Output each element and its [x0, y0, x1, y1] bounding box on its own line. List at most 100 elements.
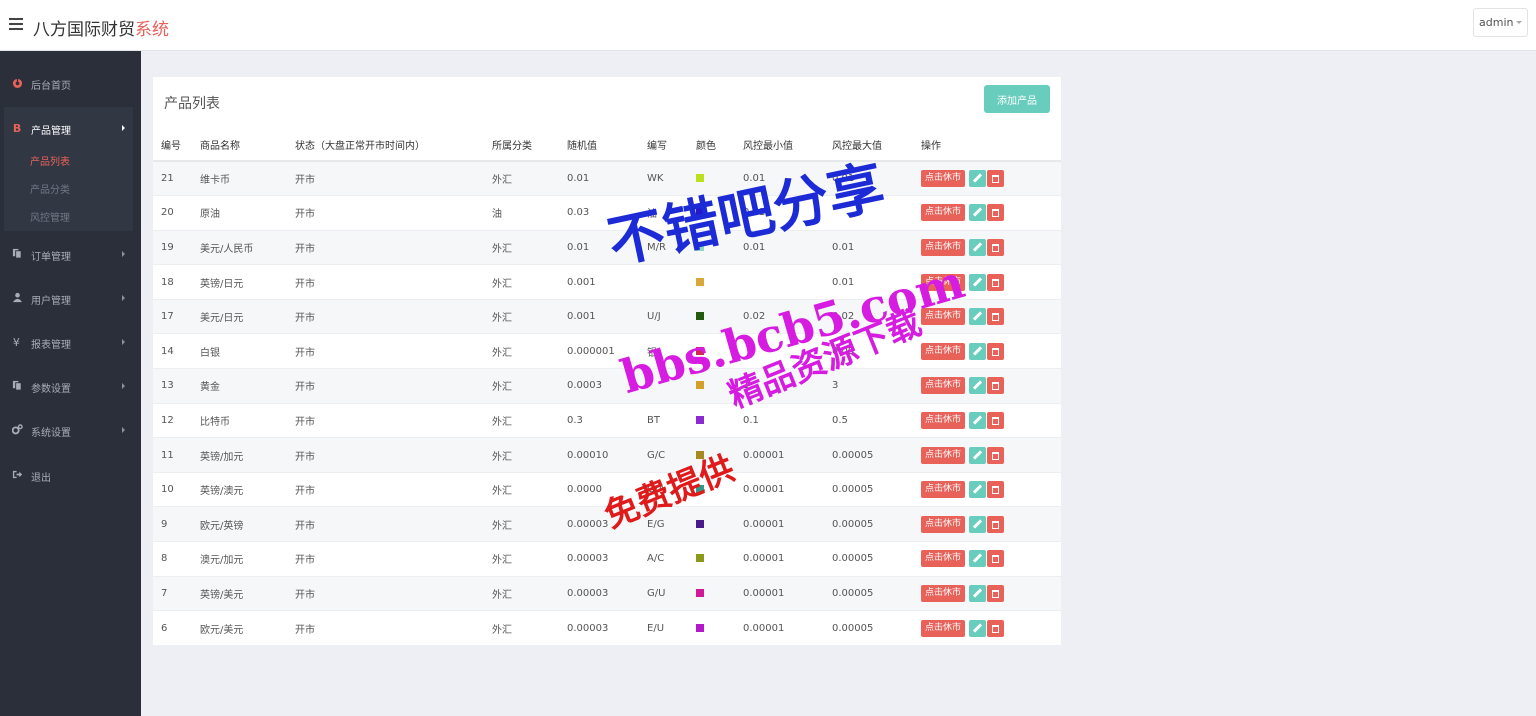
cell-category: 外汇	[492, 333, 567, 369]
sidebar-item-products[interactable]: B 产品管理	[0, 113, 133, 143]
cell-random: 0.00003	[567, 575, 647, 611]
close-market-button[interactable]: 点击休市	[921, 481, 966, 499]
close-market-button[interactable]: 点击休市	[921, 446, 966, 464]
cell-name: 维卡币	[200, 160, 295, 196]
pencil-icon[interactable]	[969, 411, 987, 429]
pencil-icon[interactable]	[969, 170, 987, 188]
cell-id: 13	[153, 368, 200, 404]
cell-name: 英镑/美元	[200, 575, 295, 611]
pencil-icon[interactable]	[969, 342, 987, 360]
trash-icon[interactable]	[987, 170, 1005, 188]
close-market-button[interactable]: 点击休市	[921, 204, 966, 222]
color-swatch	[696, 208, 704, 217]
close-market-button[interactable]: 点击休市	[921, 619, 966, 637]
cell-max: 0.00005	[832, 506, 921, 542]
sidebar-item-parameters[interactable]: 参数设置	[0, 371, 141, 401]
close-market-button[interactable]: 点击休市	[921, 170, 966, 188]
col-header-category: 所属分类	[492, 129, 567, 162]
cell-name: 美元/人民币	[200, 229, 295, 265]
sidebar-subitem-risk-control[interactable]: 风控管理	[30, 209, 70, 224]
pencil-icon[interactable]	[969, 584, 987, 602]
table-row: 18 英镑/日元 开市 外汇 0.001 0.01 点击休市	[153, 264, 1061, 300]
close-market-button[interactable]: 点击休市	[921, 411, 966, 429]
cell-code: WK	[647, 160, 696, 196]
cell-actions: 点击休市	[921, 610, 1061, 646]
cell-code: G/U	[647, 575, 696, 611]
sidebar-subitem-product-category[interactable]: 产品分类	[30, 181, 70, 196]
color-swatch	[696, 381, 704, 390]
trash-icon[interactable]	[987, 308, 1005, 326]
close-market-button[interactable]: 点击休市	[921, 584, 966, 602]
cell-actions: 点击休市	[921, 437, 1061, 473]
trash-icon[interactable]	[987, 238, 1005, 256]
svg-text:B: B	[13, 122, 21, 133]
sidebar-item-reports[interactable]: ¥ 报表管理	[0, 327, 141, 357]
close-market-button[interactable]: 点击休市	[921, 342, 966, 360]
pencil-icon[interactable]	[969, 273, 987, 291]
pencil-icon[interactable]	[969, 377, 987, 395]
cell-actions: 点击休市	[921, 333, 1061, 369]
pencil-icon[interactable]	[969, 308, 987, 326]
pencil-icon[interactable]	[969, 550, 987, 568]
cell-max: 0.00005	[832, 437, 921, 473]
pencil-icon[interactable]	[969, 238, 987, 256]
cell-code: U/J	[647, 298, 696, 334]
cell-random: 0.01	[567, 229, 647, 265]
table-row: 7 英镑/美元 开市 外汇 0.00003 G/U 0.00001 0.00005 点击休市	[153, 575, 1061, 611]
cell-category: 外汇	[492, 402, 567, 438]
page-title: 产品列表	[164, 96, 220, 112]
cell-min: 0.01	[743, 195, 832, 231]
cell-max: 0.5	[832, 402, 921, 438]
trash-icon[interactable]	[987, 481, 1005, 499]
close-market-button[interactable]: 点击休市	[921, 550, 966, 568]
chevron-right-icon	[122, 295, 125, 301]
cell-actions: 点击休市	[921, 402, 1061, 438]
sidebar-item-logout[interactable]: 退出	[0, 460, 141, 490]
sidebar-item-label: 用户管理	[31, 296, 71, 307]
sidebar-item-label: 系统设置	[31, 428, 71, 439]
sidebar-item-label: 参数设置	[31, 384, 71, 395]
user-dropdown[interactable]: admin	[1473, 8, 1528, 37]
pencil-icon[interactable]	[969, 619, 987, 637]
copy-icon	[12, 380, 22, 391]
trash-icon[interactable]	[987, 377, 1005, 395]
sidebar-item-orders[interactable]: 订单管理	[0, 239, 141, 269]
chevron-right-icon	[122, 251, 125, 257]
close-market-button[interactable]: 点击休市	[921, 308, 966, 326]
pencil-icon[interactable]	[969, 515, 987, 533]
cell-color	[696, 471, 743, 507]
trash-icon[interactable]	[987, 550, 1005, 568]
add-product-button[interactable]: 添加产品	[984, 85, 1050, 113]
sidebar-item-system-settings[interactable]: 系统设置	[0, 415, 141, 445]
color-swatch	[696, 450, 704, 459]
close-market-button[interactable]: 点击休市	[921, 273, 966, 291]
close-market-button[interactable]: 点击休市	[921, 238, 966, 256]
sidebar: 后台首页 B 产品管理 产品列表 产品分类 风控管理 订单管理 用户管理 ¥ 报…	[0, 51, 141, 716]
cell-min: 0.01	[743, 229, 832, 265]
trash-icon[interactable]	[987, 204, 1005, 222]
cell-min: 0.00001	[743, 610, 832, 646]
color-swatch	[696, 312, 704, 321]
trash-icon[interactable]	[987, 584, 1005, 602]
trash-icon[interactable]	[987, 446, 1005, 464]
cell-id: 14	[153, 333, 200, 369]
pencil-icon[interactable]	[969, 481, 987, 499]
cell-color	[696, 610, 743, 646]
table-row: 10 英镑/澳元 开市 外汇 0.0000 G/A 0.00001 0.00005 点击休市	[153, 471, 1061, 507]
trash-icon[interactable]	[987, 273, 1005, 291]
product-list-card: 产品列表 添加产品 编号 商品名称 状态（大盘正常开市时间内） 所属分类 随机值…	[153, 77, 1061, 646]
trash-icon[interactable]	[987, 619, 1005, 637]
sidebar-item-users[interactable]: 用户管理	[0, 283, 141, 313]
pencil-icon[interactable]	[969, 446, 987, 464]
cell-max: 0.01	[832, 229, 921, 265]
trash-icon[interactable]	[987, 342, 1005, 360]
pencil-icon[interactable]	[969, 204, 987, 222]
sidebar-item-dashboard[interactable]: 后台首页	[0, 68, 141, 98]
menu-toggle-icon[interactable]	[9, 18, 23, 31]
close-market-button[interactable]: 点击休市	[921, 515, 966, 533]
close-market-button[interactable]: 点击休市	[921, 377, 966, 395]
cell-max: 0.09	[832, 333, 921, 369]
sidebar-subitem-product-list[interactable]: 产品列表	[30, 153, 70, 168]
trash-icon[interactable]	[987, 411, 1005, 429]
trash-icon[interactable]	[987, 515, 1005, 533]
